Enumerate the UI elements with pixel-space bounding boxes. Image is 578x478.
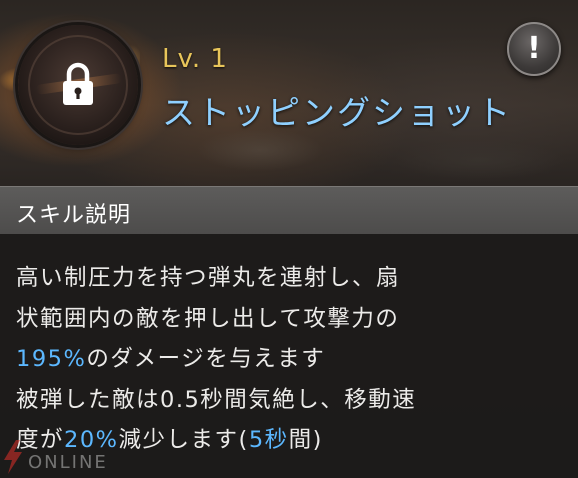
description-line: 195%のダメージを与えます: [16, 339, 566, 380]
watermark-text: ONLINE: [28, 452, 108, 473]
skill-description: 高い制圧力を持つ弾丸を連射し、扇 状範囲内の敵を押し出して攻撃力の 195%のダ…: [16, 258, 566, 461]
description-text: 間): [288, 427, 323, 453]
description-line: 高い制圧力を持つ弾丸を連射し、扇: [16, 265, 401, 291]
watermark-logo-icon: [4, 440, 22, 474]
skill-icon-frame: [18, 25, 138, 145]
skill-tooltip: Lv. 1 ストッピングショット ! スキル説明 高い制圧力を持つ弾丸を連射し、…: [0, 0, 578, 478]
info-button[interactable]: !: [507, 22, 561, 76]
section-header: スキル説明: [0, 186, 578, 234]
exclamation-icon: !: [527, 31, 541, 66]
description-panel: スキル説明 高い制圧力を持つ弾丸を連射し、扇 状範囲内の敵を押し出して攻撃力の …: [0, 186, 578, 478]
slow-duration: 5秒: [248, 427, 289, 453]
lock-icon: [63, 62, 93, 105]
skill-name: ストッピングショット: [162, 93, 512, 132]
damage-percent: 195%: [16, 346, 87, 372]
skill-level: Lv. 1: [162, 44, 228, 74]
description-line: 状範囲内の敵を押し出して攻撃力の: [16, 305, 400, 332]
description-text: のダメージを与えます: [86, 346, 326, 372]
description-line: 被弾した敵は0.5秒間気絶し、移動速: [16, 386, 417, 413]
watermark: ONLINE: [2, 438, 142, 478]
section-header-label: スキル説明: [16, 203, 132, 228]
